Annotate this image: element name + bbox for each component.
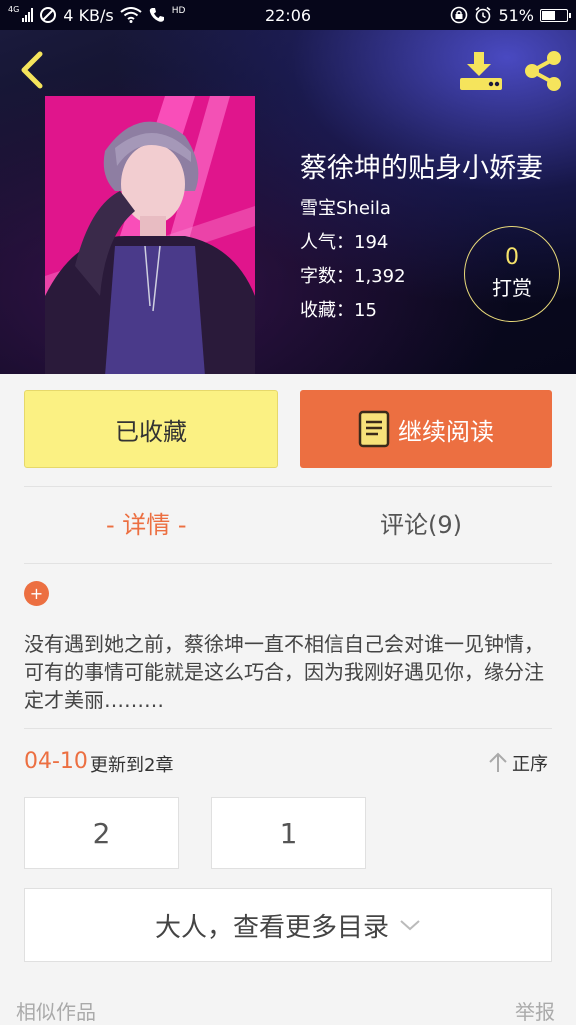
tab-detail[interactable]: - 详情 - [106,505,187,540]
book-title: 蔡徐坤的贴身小娇妻 [300,153,543,184]
favorites-stat: 收藏：15 [300,300,377,321]
word-count-stat: 字数：1,392 [300,266,406,287]
book-icon [358,410,390,448]
download-icon[interactable] [458,50,504,92]
divider [24,486,552,487]
chevron-down-icon [400,920,420,931]
signal-icon [22,8,34,22]
volte-label: HD [171,5,186,16]
report-link[interactable]: 举报 [515,996,555,1025]
blocked-icon [40,7,57,23]
battery-percent: 51% [498,5,534,25]
sort-order-label: 正序 [512,754,548,775]
continue-reading-label: 继续阅读 [398,417,494,446]
arrow-up-icon [489,752,507,772]
book-header: 蔡徐坤的贴身小娇妻 雪宝Sheila 人气：194 字数：1,392 收藏：15… [0,30,576,374]
synopsis-text: 没有遇到她之前，蔡徐坤一直不相信自己会对谁一见钟情，可有的事情可能就是这么巧合，… [24,632,544,712]
call-icon [149,8,164,22]
tip-button[interactable]: 0 打赏 [464,226,560,322]
tab-comments[interactable]: 评论(9) [380,505,462,540]
continue-reading-button[interactable]: 继续阅读 [300,390,552,468]
divider [24,563,552,564]
alarm-icon [475,6,491,24]
tip-label: 打赏 [492,276,532,300]
expand-synopsis-button[interactable]: + [24,581,49,606]
author-name[interactable]: 雪宝Sheila [300,194,391,220]
more-catalog-label: 大人，查看更多目录 [154,912,389,943]
network-speed: 4 KB/s [63,5,114,25]
divider [24,728,552,729]
update-status: 更新到2章 [90,755,174,776]
update-date: 04-10 [24,749,88,774]
favorited-label: 已收藏 [115,417,187,446]
back-arrow-icon[interactable] [14,50,54,90]
network-type: 4G [8,4,20,14]
chapter-button[interactable]: 1 [211,797,366,869]
favorited-button[interactable]: 已收藏 [24,390,278,468]
popularity-stat: 人气：194 [300,232,389,253]
book-cover-image[interactable] [45,96,255,374]
share-icon[interactable] [520,48,566,94]
status-bar: 4G 4 KB/s HD 22:06 51% [0,0,576,30]
more-catalog-button[interactable]: 大人，查看更多目录 [24,888,552,962]
chapter-button[interactable]: 2 [24,797,179,869]
battery-icon [540,8,571,22]
lock-rotation-icon [451,6,468,24]
wifi-icon [120,7,142,23]
tip-count: 0 [505,245,519,270]
sort-order-button[interactable]: 正序 [488,750,548,776]
similar-works-heading: 相似作品 [16,1000,96,1024]
